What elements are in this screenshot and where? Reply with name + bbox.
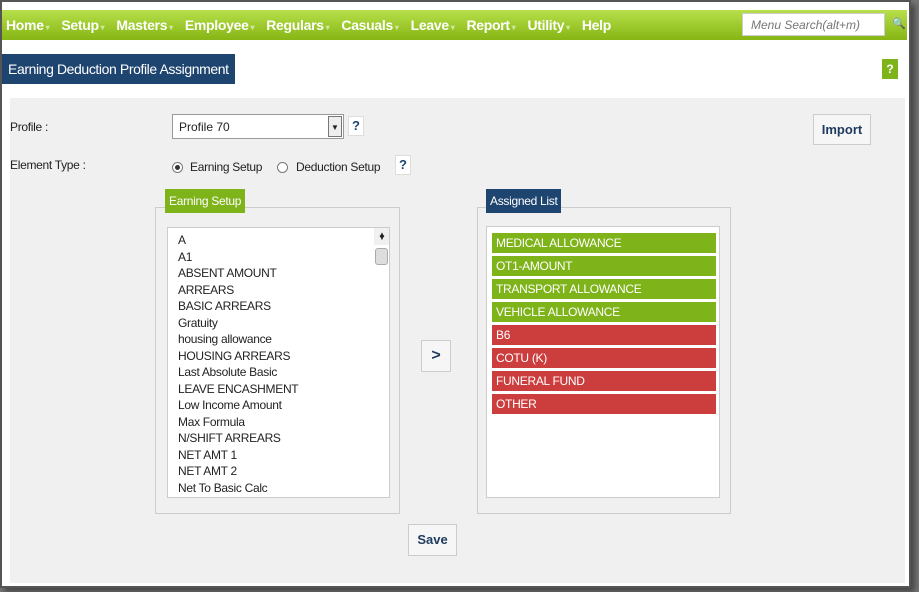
earning-list-item[interactable]: housing allowance xyxy=(173,332,389,349)
earning-list-item[interactable]: Low Income Amount xyxy=(173,398,389,415)
scrollbar-thumb[interactable] xyxy=(375,248,388,265)
search-icon[interactable]: 🔍 xyxy=(892,17,906,30)
element-type-label: Element Type : xyxy=(10,158,86,172)
menu-item-home[interactable]: Home xyxy=(2,17,57,33)
scroll-down-icon[interactable]: ▼ xyxy=(378,233,386,242)
form-area xyxy=(10,98,905,583)
earning-list-item[interactable]: A xyxy=(173,233,389,250)
deduction-setup-radio-label: Deduction Setup xyxy=(296,160,381,174)
earning-panel-title: Earning Setup xyxy=(165,189,246,213)
menu-item-casuals[interactable]: Casuals xyxy=(337,17,406,33)
menu-item-help[interactable]: Help xyxy=(578,17,619,33)
profile-label: Profile : xyxy=(10,120,48,134)
earning-setup-radio-label: Earning Setup xyxy=(190,160,263,174)
earning-list-item[interactable]: A1 xyxy=(173,250,389,267)
main-menu: HomeSetupMastersEmployeeRegularsCasualsL… xyxy=(2,10,907,40)
profile-select[interactable]: Profile 70 ▼ xyxy=(172,114,344,139)
earning-list-item[interactable]: ARREARS xyxy=(173,283,389,300)
assigned-list[interactable]: MEDICAL ALLOWANCE OT1-AMOUNT TRANSPORT ALL… xyxy=(486,226,720,498)
assigned-list-item[interactable]: B6 xyxy=(492,325,716,345)
menu-search-input[interactable] xyxy=(742,13,885,36)
menu-item-regulars[interactable]: Regulars xyxy=(262,17,337,33)
earning-list-item[interactable]: BASIC ARREARS xyxy=(173,299,389,316)
save-button[interactable]: Save xyxy=(408,524,457,556)
earning-list-item[interactable]: N/SHIFT ARREARS xyxy=(173,431,389,448)
assigned-list-item[interactable]: OT1-AMOUNT xyxy=(492,256,716,276)
import-button[interactable]: Import xyxy=(813,114,871,145)
menu-item-employee[interactable]: Employee xyxy=(181,17,262,33)
assigned-list-item[interactable]: FUNERAL FUND xyxy=(492,371,716,391)
chevron-down-icon[interactable]: ▼ xyxy=(328,116,342,137)
assigned-list-item[interactable]: VEHICLE ALLOWANCE xyxy=(492,302,716,322)
profile-help-icon[interactable]: ? xyxy=(348,116,364,136)
earning-list-item[interactable]: ABSENT AMOUNT xyxy=(173,266,389,283)
earning-list[interactable]: A A1 ABSENT AMOUNT ARREARS BASIC ARREARS Grat… xyxy=(167,227,390,498)
menu-item-leave[interactable]: Leave xyxy=(407,17,463,33)
assigned-list-item[interactable]: MEDICAL ALLOWANCE xyxy=(492,233,716,253)
assigned-list-item[interactable]: OTHER xyxy=(492,394,716,414)
page-title: Earning Deduction Profile Assignment xyxy=(2,54,235,84)
earning-list-item[interactable]: HOUSING ARREARS xyxy=(173,349,389,366)
menu-item-setup[interactable]: Setup xyxy=(57,17,112,33)
earning-list-item[interactable]: Gratuity xyxy=(173,316,389,333)
page-help-button[interactable]: ? xyxy=(882,59,898,79)
earning-list-item[interactable]: LEAVE ENCASHMENT xyxy=(173,382,389,399)
earning-list-item[interactable]: Net To Basic Fl xyxy=(173,497,389,498)
earning-list-item[interactable]: Net To Basic Calc xyxy=(173,481,389,498)
menu-item-utility[interactable]: Utility xyxy=(523,17,577,33)
earning-list-item[interactable]: Last Absolute Basic xyxy=(173,365,389,382)
move-right-button[interactable]: > xyxy=(421,340,451,372)
earning-list-item[interactable]: NET AMT 1 xyxy=(173,448,389,465)
earning-list-item[interactable]: Max Formula xyxy=(173,415,389,432)
menu-item-masters[interactable]: Masters xyxy=(112,17,180,33)
deduction-setup-radio[interactable] xyxy=(277,162,288,173)
assigned-panel-title: Assigned List xyxy=(486,189,562,213)
element-type-help-icon[interactable]: ? xyxy=(395,155,411,175)
earning-list-item[interactable]: NET AMT 2 xyxy=(173,464,389,481)
assigned-list-item[interactable]: COTU (K) xyxy=(492,348,716,368)
menu-item-report[interactable]: Report xyxy=(462,17,523,33)
scrollbar[interactable]: ▲ ▼ xyxy=(374,228,389,265)
assigned-list-item[interactable]: TRANSPORT ALLOWANCE xyxy=(492,279,716,299)
profile-value: Profile 70 xyxy=(179,120,230,134)
earning-setup-radio[interactable] xyxy=(172,162,183,173)
